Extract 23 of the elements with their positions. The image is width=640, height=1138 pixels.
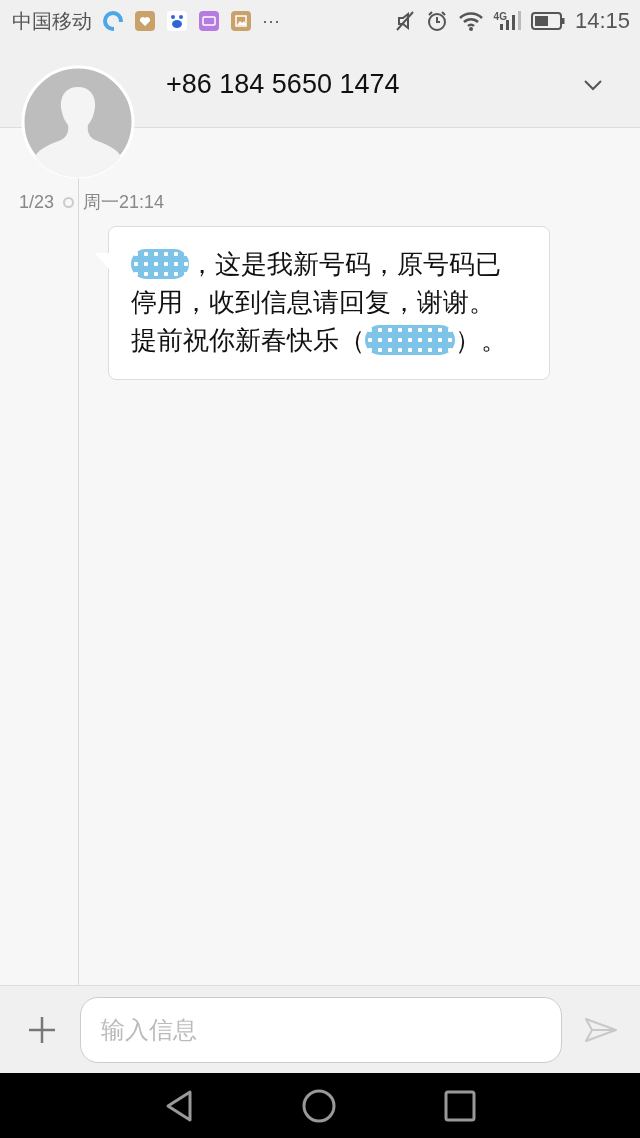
mute-icon	[393, 10, 416, 32]
message-text: ，这是我新号码，原号码已停用，收到信息请回复，谢谢。提前祝你新春快乐（ ）。	[131, 248, 508, 357]
network-type: 4G	[493, 11, 507, 22]
wifi-icon	[457, 10, 484, 32]
contact-number: +86 184 5650 1474	[166, 69, 401, 100]
home-icon[interactable]	[302, 1088, 336, 1123]
status-time: 14:15	[574, 8, 630, 34]
redaction-mark	[131, 249, 189, 279]
timeline-dot	[63, 196, 74, 208]
message-input[interactable]: 输入信息	[80, 996, 562, 1063]
ring-icon	[102, 10, 124, 32]
back-icon[interactable]	[164, 1088, 194, 1123]
chevron-icon[interactable]	[582, 77, 604, 92]
carrier-name: 中国移动	[12, 8, 92, 34]
battery-icon	[530, 12, 565, 30]
message-date: 1/23	[17, 191, 54, 213]
more-notifications: ···	[262, 10, 280, 32]
paw-icon	[166, 10, 188, 32]
image-icon	[230, 10, 252, 32]
recents-icon[interactable]	[444, 1089, 476, 1122]
alarm-icon	[425, 10, 448, 32]
keyboard-icon	[198, 10, 220, 32]
message-time: 周一21:14	[83, 191, 165, 214]
